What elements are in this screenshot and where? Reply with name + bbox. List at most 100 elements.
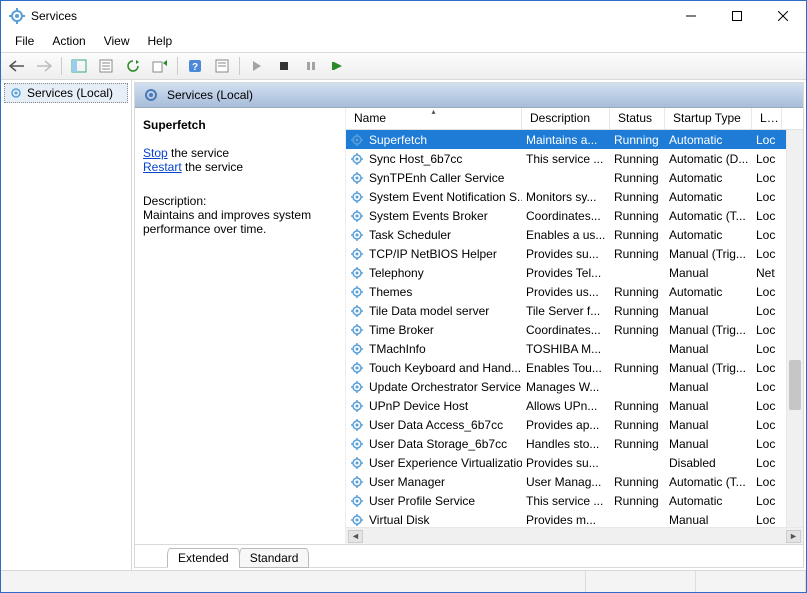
- stop-service-button[interactable]: [272, 55, 296, 77]
- window-buttons: [668, 1, 806, 31]
- service-icon: [350, 209, 366, 223]
- service-icon: [350, 399, 366, 413]
- cell-name: SynTPEnh Caller Service: [369, 171, 504, 185]
- cell-description: Provides m...: [522, 513, 610, 527]
- cell-description: TOSHIBA M...: [522, 342, 610, 356]
- cell-startup: Automatic (T...: [665, 209, 752, 223]
- show-hide-tree-button[interactable]: [67, 55, 91, 77]
- cell-startup: Disabled: [665, 456, 752, 470]
- menu-view[interactable]: View: [96, 32, 138, 50]
- col-name[interactable]: Name▴: [346, 108, 522, 129]
- col-startup[interactable]: Startup Type: [665, 108, 752, 129]
- table-row[interactable]: ThemesProvides us...RunningAutomaticLoc: [346, 282, 803, 301]
- table-row[interactable]: Sync Host_6b7ccThis service ...RunningAu…: [346, 149, 803, 168]
- cell-startup: Manual: [665, 399, 752, 413]
- svg-text:?: ?: [192, 62, 198, 73]
- view-tabs: Extended Standard: [135, 545, 803, 567]
- refresh-button[interactable]: [121, 55, 145, 77]
- description-text: Maintains and improves system performanc…: [143, 208, 337, 236]
- service-icon: [350, 513, 366, 527]
- horizontal-scrollbar[interactable]: ◄ ►: [346, 527, 803, 544]
- service-list: Name▴ Description Status Startup Type Lo…: [346, 108, 803, 544]
- back-button[interactable]: [5, 55, 29, 77]
- table-row[interactable]: Touch Keyboard and Hand...Enables Tou...…: [346, 358, 803, 377]
- table-row[interactable]: SuperfetchMaintains a...RunningAutomatic…: [346, 130, 803, 149]
- help-button[interactable]: ?: [183, 55, 207, 77]
- close-button[interactable]: [760, 1, 806, 31]
- table-row[interactable]: Virtual DiskProvides m...ManualLoc: [346, 510, 803, 527]
- stop-link[interactable]: Stop: [143, 146, 168, 160]
- cell-startup: Automatic: [665, 285, 752, 299]
- maximize-button[interactable]: [714, 1, 760, 31]
- properties-button[interactable]: [94, 55, 118, 77]
- cell-description: Allows UPn...: [522, 399, 610, 413]
- cell-description: Monitors sy...: [522, 190, 610, 204]
- cell-status: Running: [610, 475, 665, 489]
- table-row[interactable]: System Event Notification S...Monitors s…: [346, 187, 803, 206]
- cell-name: Superfetch: [369, 133, 427, 147]
- scroll-left-icon[interactable]: ◄: [348, 530, 363, 543]
- tab-standard[interactable]: Standard: [239, 548, 310, 568]
- cell-status: Running: [610, 399, 665, 413]
- table-row[interactable]: TelephonyProvides Tel...ManualNet: [346, 263, 803, 282]
- table-row[interactable]: Tile Data model serverTile Server f...Ru…: [346, 301, 803, 320]
- table-row[interactable]: TCP/IP NetBIOS HelperProvides su...Runni…: [346, 244, 803, 263]
- restart-service-button[interactable]: [326, 55, 350, 77]
- table-row[interactable]: Update Orchestrator ServiceManages W...M…: [346, 377, 803, 396]
- table-row[interactable]: TMachInfoTOSHIBA M...ManualLoc: [346, 339, 803, 358]
- statusbar: [1, 570, 806, 592]
- pause-service-button[interactable]: [299, 55, 323, 77]
- menubar: File Action View Help: [1, 31, 806, 52]
- tree-node-services-local[interactable]: Services (Local): [4, 83, 128, 103]
- services-window: Services File Action View Help ?: [0, 0, 807, 593]
- cell-logon: Loc: [752, 304, 782, 318]
- cell-status: Running: [610, 437, 665, 451]
- col-description[interactable]: Description: [522, 108, 610, 129]
- scroll-thumb[interactable]: [789, 360, 801, 410]
- cell-logon: Loc: [752, 513, 782, 527]
- body: Services (Local) Services (Local) Superf…: [1, 80, 806, 571]
- restart-link[interactable]: Restart: [143, 160, 182, 174]
- cell-logon: Loc: [752, 247, 782, 261]
- table-row[interactable]: Time BrokerCoordinates...RunningManual (…: [346, 320, 803, 339]
- menu-file[interactable]: File: [7, 32, 42, 50]
- cell-name: Touch Keyboard and Hand...: [369, 361, 521, 375]
- cell-status: Running: [610, 152, 665, 166]
- table-row[interactable]: User ManagerUser Manag...RunningAutomati…: [346, 472, 803, 491]
- menu-help[interactable]: Help: [140, 32, 181, 50]
- tab-extended[interactable]: Extended: [167, 548, 240, 568]
- table-row[interactable]: User Data Access_6b7ccProvides ap...Runn…: [346, 415, 803, 434]
- table-row[interactable]: User Data Storage_6b7ccHandles sto...Run…: [346, 434, 803, 453]
- table-row[interactable]: Task SchedulerEnables a us...RunningAuto…: [346, 225, 803, 244]
- menu-action[interactable]: Action: [44, 32, 93, 50]
- start-service-button[interactable]: [245, 55, 269, 77]
- cell-startup: Manual: [665, 418, 752, 432]
- cell-name: Task Scheduler: [369, 228, 451, 242]
- cell-startup: Manual: [665, 266, 752, 280]
- vertical-scrollbar[interactable]: [786, 130, 803, 527]
- scroll-right-icon[interactable]: ►: [786, 530, 801, 543]
- table-row[interactable]: User Experience Virtualizatio...Provides…: [346, 453, 803, 472]
- service-icon: [350, 266, 366, 280]
- service-icon: [350, 418, 366, 432]
- cell-status: Running: [610, 361, 665, 375]
- cell-name: System Event Notification S...: [369, 190, 522, 204]
- minimize-button[interactable]: [668, 1, 714, 31]
- help2-button[interactable]: [210, 55, 234, 77]
- cell-name: Time Broker: [369, 323, 434, 337]
- table-row[interactable]: User Profile ServiceThis service ...Runn…: [346, 491, 803, 510]
- table-row[interactable]: System Events BrokerCoordinates...Runnin…: [346, 206, 803, 225]
- table-row[interactable]: SynTPEnh Caller ServiceRunningAutomaticL…: [346, 168, 803, 187]
- content-area: Superfetch Stop the service Restart the …: [135, 108, 803, 545]
- table-row[interactable]: UPnP Device HostAllows UPn...RunningManu…: [346, 396, 803, 415]
- export-button[interactable]: [148, 55, 172, 77]
- cell-name: Tile Data model server: [369, 304, 489, 318]
- col-status[interactable]: Status: [610, 108, 665, 129]
- sort-indicator-icon: ▴: [431, 108, 435, 116]
- cell-description: Provides su...: [522, 247, 610, 261]
- forward-button[interactable]: [32, 55, 56, 77]
- cell-name: TCP/IP NetBIOS Helper: [369, 247, 497, 261]
- cell-startup: Manual: [665, 513, 752, 527]
- col-logon[interactable]: Log: [752, 108, 782, 129]
- selected-service-name: Superfetch: [143, 118, 337, 132]
